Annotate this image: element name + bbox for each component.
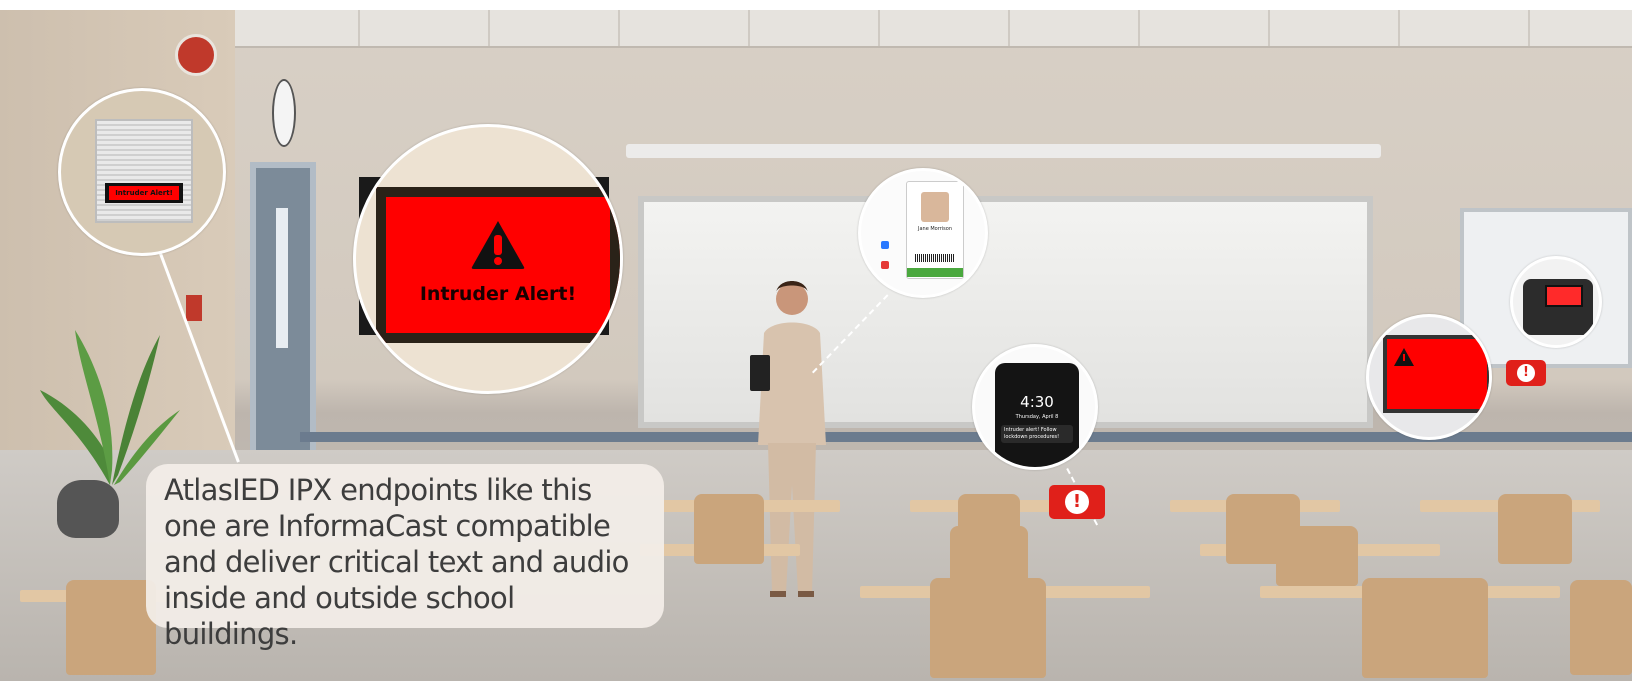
student-chair: [1498, 494, 1572, 564]
plant-pot: [57, 480, 119, 538]
warning-triangle-icon: [1394, 348, 1414, 366]
display-alert-text: Intruder Alert!: [419, 283, 577, 305]
phone-notification: Intruder alert! Follow lockdown procedur…: [1001, 425, 1073, 443]
ipx-speaker-icon: Intruder Alert!: [95, 119, 193, 223]
desk-phone-alert-bubble: !: [1506, 360, 1546, 386]
barcode-icon: [915, 254, 955, 262]
mobile-phone: 4:30 Thursday, April 8 Intruder alert! F…: [995, 363, 1079, 467]
alert-screen: Intruder Alert!: [376, 187, 620, 343]
ip-desk-phone-icon: [1523, 279, 1593, 335]
exclamation-icon: !: [1065, 490, 1089, 514]
mobile-phone-callout: 4:30 Thursday, April 8 Intruder alert! F…: [972, 344, 1098, 470]
desk-phone-screen: [1545, 285, 1583, 307]
id-badge-callout: Jane Morrison: [858, 168, 988, 298]
fire-pull-station-icon: [186, 295, 202, 321]
desktop-alert-callout: [1366, 314, 1492, 440]
speaker-alert-text: Intruder Alert!: [109, 186, 179, 200]
potted-plant-icon: [40, 330, 180, 485]
badge-photo-avatar: [921, 192, 949, 222]
speaker-endpoint-callout: Intruder Alert!: [58, 88, 226, 256]
student-chair: [950, 526, 1028, 586]
desk-phone-callout: [1510, 256, 1602, 348]
fire-alarm-bell-icon: [175, 34, 217, 76]
caption-text: AtlasIED IPX endpoints like this one are…: [164, 473, 629, 651]
desktop-screen: [1383, 335, 1489, 413]
student-chair: [1276, 526, 1358, 586]
top-white-border: [0, 0, 1632, 10]
door-window: [276, 208, 288, 348]
phone-alert-bubble: !: [1049, 485, 1105, 519]
classroom-door: [250, 162, 316, 462]
badge-red-button-icon: [881, 261, 889, 269]
student-chair: [66, 580, 156, 675]
id-badge: Jane Morrison: [906, 181, 964, 279]
student-chair: [930, 578, 1046, 678]
wall-clock-icon: [272, 79, 296, 147]
display-alert-callout: Intruder Alert!: [353, 124, 623, 394]
student-chair: [1362, 578, 1488, 678]
caption-box: AtlasIED IPX endpoints like this one are…: [146, 464, 664, 651]
phone-date: Thursday, April 8: [1015, 414, 1059, 420]
badge-blue-button-icon: [881, 241, 889, 249]
warning-triangle-icon: [471, 221, 525, 269]
badge-name: Jane Morrison: [918, 226, 952, 232]
badge-green-strip: [907, 268, 963, 277]
speaker-led-display: Intruder Alert!: [105, 183, 183, 203]
student-chair: [694, 494, 764, 564]
projector-rail: [626, 144, 1381, 158]
student-chair: [1570, 580, 1632, 675]
phone-time: 4:30: [1020, 393, 1054, 411]
ceiling-tiles: [230, 10, 1632, 48]
exclamation-icon: !: [1517, 364, 1535, 382]
